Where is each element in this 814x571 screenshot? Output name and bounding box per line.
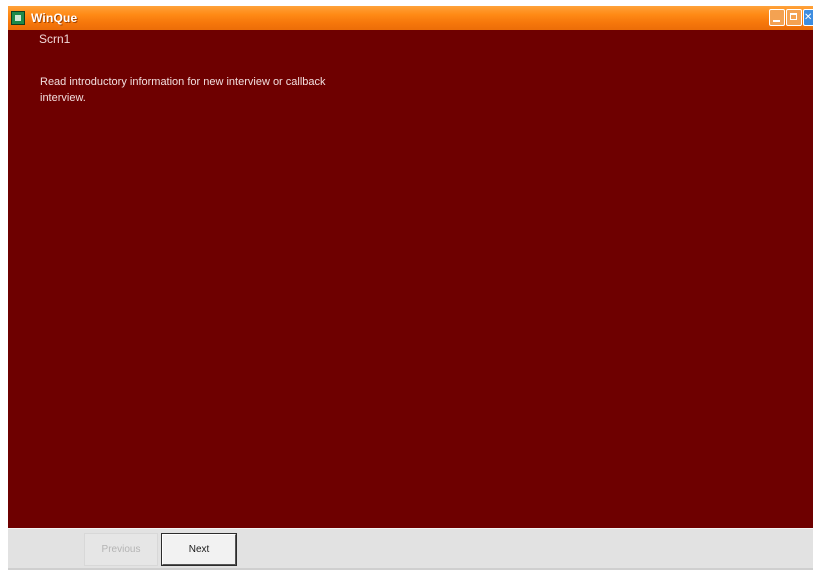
instruction-text: Read introductory information for new in…	[40, 76, 326, 104]
window-title: WinQue	[31, 11, 78, 25]
app-icon[interactable]	[11, 11, 25, 25]
previous-button[interactable]: Previous	[84, 533, 158, 566]
window-controls	[769, 9, 813, 26]
close-icon[interactable]	[803, 9, 813, 26]
bottom-divider	[8, 568, 813, 570]
app-window: WinQue Scrn1 Read introductory informati…	[8, 6, 813, 568]
maximize-icon[interactable]	[786, 9, 802, 26]
screen-label: Scrn1	[39, 32, 71, 46]
navigation-footer: Previous Next	[8, 528, 813, 568]
title-bar[interactable]: WinQue	[8, 6, 813, 30]
next-button[interactable]: Next	[161, 533, 237, 566]
minimize-icon[interactable]	[769, 9, 785, 26]
